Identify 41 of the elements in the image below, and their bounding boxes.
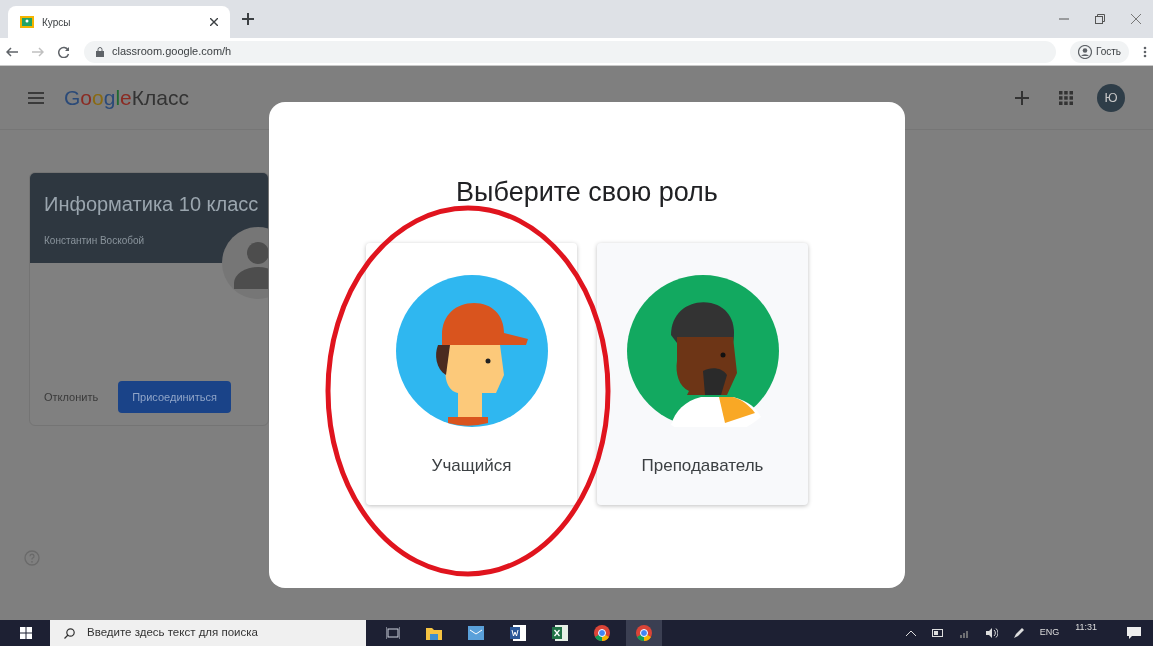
battery-icon[interactable] bbox=[931, 629, 944, 637]
tab-title: Курсы bbox=[42, 15, 72, 30]
account-avatar[interactable]: Ю bbox=[1097, 83, 1125, 112]
classroom-icon bbox=[20, 16, 34, 28]
network-icon[interactable] bbox=[959, 628, 970, 638]
windows-start-icon[interactable] bbox=[20, 627, 32, 639]
folder-icon[interactable] bbox=[426, 626, 442, 640]
taskbar-search-field[interactable]: Введите здесь текст для поиска bbox=[50, 620, 366, 646]
url-text: classroom.google.com/h bbox=[112, 44, 232, 60]
browser-tab[interactable]: Курсы bbox=[8, 6, 230, 38]
address-bar[interactable]: classroom.google.com/h bbox=[84, 40, 1056, 63]
close-icon[interactable] bbox=[210, 18, 218, 26]
speaker-icon[interactable] bbox=[985, 628, 998, 638]
apps-grid-icon[interactable] bbox=[1059, 90, 1073, 105]
pen-icon[interactable] bbox=[1013, 628, 1024, 638]
plus-icon bbox=[242, 13, 254, 25]
profile-button[interactable]: Гость bbox=[1069, 40, 1129, 63]
dialog-title: Выберите свою роль bbox=[456, 176, 718, 209]
plus-icon[interactable] bbox=[1015, 90, 1029, 105]
notification-icon[interactable] bbox=[1127, 627, 1141, 639]
browser-icon[interactable] bbox=[594, 625, 610, 641]
language-indicator[interactable]: ENG bbox=[1039, 626, 1060, 640]
clock-time[interactable]: 11:31 bbox=[1075, 621, 1097, 635]
word-document-icon[interactable] bbox=[510, 625, 526, 641]
reload-icon[interactable] bbox=[58, 45, 70, 58]
menu-dots-icon[interactable] bbox=[1143, 45, 1147, 58]
lock-icon bbox=[96, 46, 104, 57]
menu-icon[interactable] bbox=[28, 91, 44, 104]
teacher-name: Константин Воскобой bbox=[44, 234, 146, 248]
spreadsheet-icon[interactable] bbox=[552, 625, 568, 641]
browser-icon bbox=[636, 625, 652, 641]
join-button[interactable]: Присоединиться bbox=[118, 380, 231, 413]
active-app-tile[interactable] bbox=[626, 620, 662, 646]
restore-icon[interactable] bbox=[1095, 14, 1105, 24]
role-card[interactable]: Преподаватель bbox=[597, 242, 808, 505]
back-arrow-icon[interactable] bbox=[6, 46, 18, 57]
chevron-up-icon[interactable] bbox=[905, 630, 916, 636]
person-icon bbox=[1077, 44, 1092, 59]
task-view-icon[interactable] bbox=[386, 627, 400, 639]
search-icon bbox=[64, 627, 75, 639]
role-card[interactable]: Учащийся bbox=[366, 242, 577, 505]
